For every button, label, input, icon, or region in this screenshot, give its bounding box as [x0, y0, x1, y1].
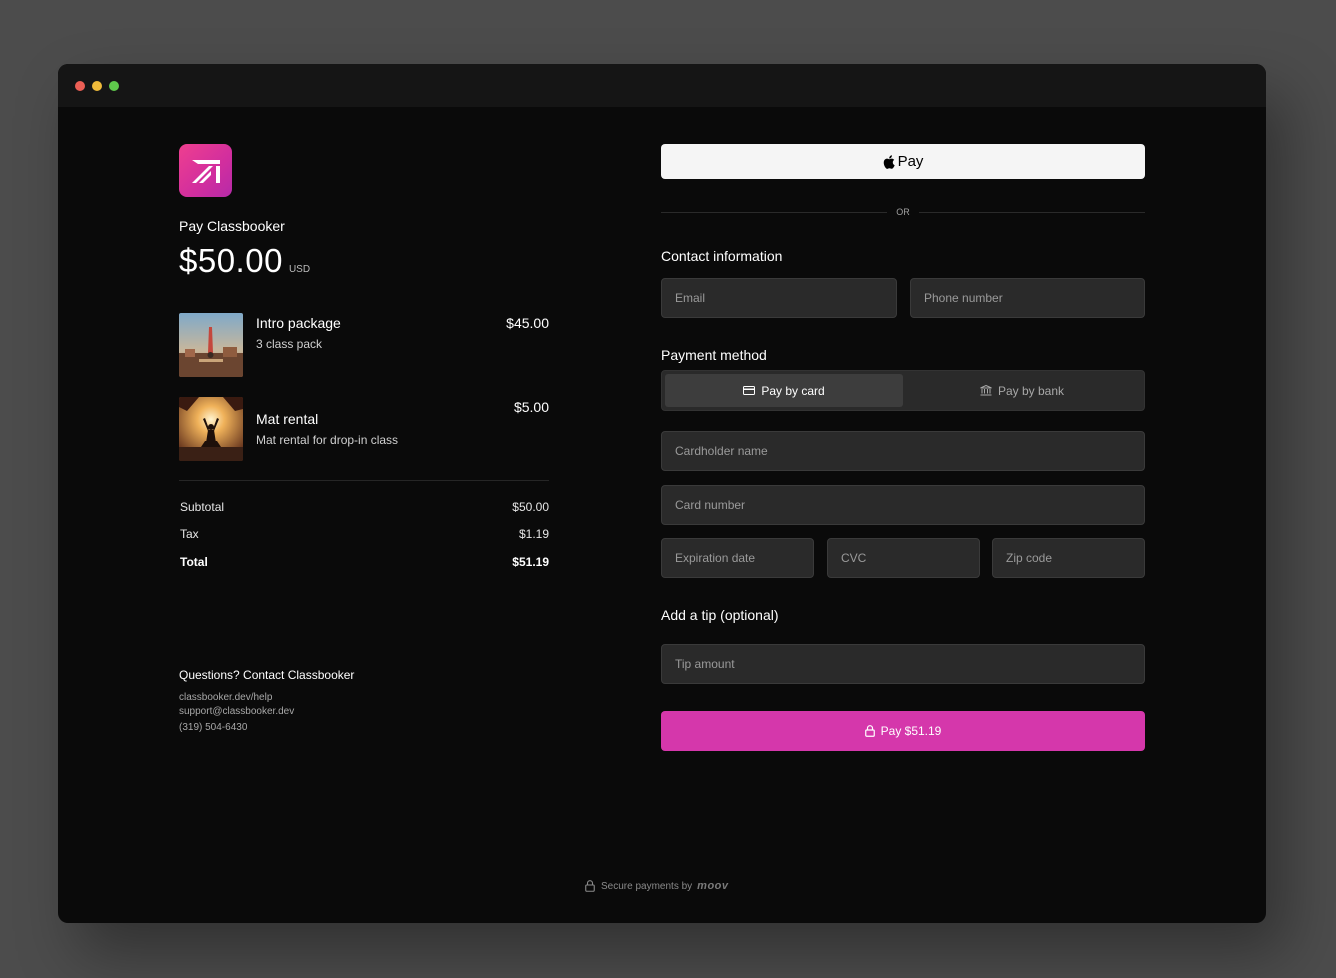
expiration-date-field[interactable]: Expiration date — [661, 538, 814, 578]
tax-value: $1.19 — [518, 527, 549, 541]
order-amount: $50.00 — [179, 242, 283, 279]
total-row: Total $51.19 — [180, 555, 549, 569]
summary-divider — [179, 480, 549, 481]
minimize-window-button[interactable] — [92, 81, 102, 91]
item-thumbnail — [179, 397, 243, 461]
contact-title: Questions? Contact Classbooker — [179, 668, 355, 682]
merchant-pay-label: Pay Classbooker — [179, 218, 285, 234]
total-label: Total — [180, 555, 208, 569]
credit-card-icon — [743, 386, 756, 395]
phone-number-field[interactable]: Phone number — [910, 278, 1145, 318]
item-name: Intro package — [256, 315, 341, 331]
pay-by-card-label: Pay by card — [761, 383, 825, 398]
payment-method-title: Payment method — [661, 347, 767, 363]
support-email-link[interactable]: support@classbooker.dev — [179, 706, 294, 717]
line-item: Intro package 3 class pack $45.00 — [179, 313, 549, 377]
secure-payments-text: Secure payments by — [601, 880, 693, 892]
browser-window: Pay Classbooker $50.00 USD Intro package… — [58, 64, 1266, 923]
email-field[interactable]: Email — [661, 278, 897, 318]
amount-row: $50.00 USD — [179, 242, 310, 280]
apple-pay-label: Pay — [897, 153, 924, 170]
pay-by-bank-label: Pay by bank — [997, 383, 1065, 398]
help-link[interactable]: classbooker.dev/help — [179, 692, 272, 703]
support-phone: (319) 504-6430 — [179, 722, 248, 733]
or-label: OR — [896, 207, 910, 217]
tax-row: Tax $1.19 — [180, 527, 549, 541]
bank-icon — [980, 385, 992, 396]
payment-method-toggle: Pay by card Pay by bank — [661, 370, 1145, 411]
moov-logo: moov — [697, 880, 729, 892]
tab-pay-by-card[interactable]: Pay by card — [665, 374, 903, 407]
item-price: $45.00 — [506, 315, 549, 331]
currency-code: USD — [288, 264, 311, 275]
or-divider-left — [661, 212, 887, 213]
tax-label: Tax — [180, 527, 199, 541]
merchant-logo — [179, 144, 232, 197]
lock-icon — [585, 880, 595, 892]
contact-information-title: Contact information — [661, 248, 783, 264]
tab-pay-by-bank[interactable]: Pay by bank — [903, 374, 1141, 407]
close-window-button[interactable] — [75, 81, 85, 91]
tip-amount-field[interactable]: Tip amount — [661, 644, 1145, 684]
subtotal-label: Subtotal — [180, 500, 225, 514]
item-description: 3 class pack — [256, 337, 323, 351]
line-item: Mat rental Mat rental for drop-in class … — [179, 397, 549, 461]
item-name: Mat rental — [256, 411, 319, 427]
cvc-field[interactable]: CVC — [827, 538, 980, 578]
subtotal-row: Subtotal $50.00 — [180, 500, 549, 514]
apple-pay-button[interactable]: Pay — [661, 144, 1145, 179]
subtotal-value: $50.00 — [512, 500, 549, 514]
maximize-window-button[interactable] — [109, 81, 119, 91]
lock-icon — [864, 725, 875, 737]
pay-button-label: Pay $51.19 — [880, 724, 942, 738]
total-value: $51.19 — [512, 555, 549, 569]
item-price: $5.00 — [513, 399, 549, 415]
apple-icon — [883, 154, 895, 169]
pay-button[interactable]: Pay $51.19 — [661, 711, 1145, 751]
card-number-field[interactable]: Card number — [661, 485, 1145, 525]
title-bar — [58, 64, 1266, 107]
item-thumbnail — [179, 313, 243, 377]
tip-title: Add a tip (optional) — [661, 607, 779, 623]
item-description: Mat rental for drop-in class — [256, 433, 399, 447]
cardholder-name-field[interactable]: Cardholder name — [661, 431, 1145, 471]
or-divider-right — [919, 212, 1145, 213]
secure-payments-footer: Secure payments by moov — [585, 880, 729, 892]
zip-code-field[interactable]: Zip code — [992, 538, 1145, 578]
